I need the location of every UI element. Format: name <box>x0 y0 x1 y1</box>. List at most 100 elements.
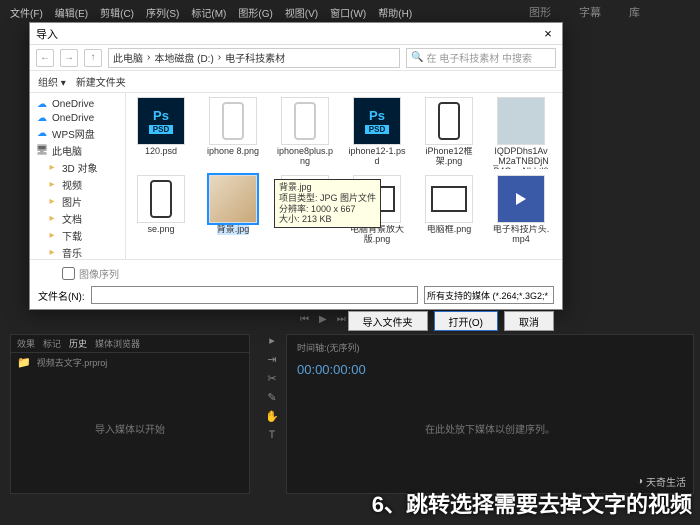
play-icon <box>516 193 526 205</box>
menu-sequence[interactable]: 序列(S) <box>146 5 179 23</box>
menu-view[interactable]: 视图(V) <box>285 5 318 23</box>
image-thumb <box>425 175 473 223</box>
prev-icon[interactable]: ⏮ <box>300 314 309 325</box>
folder-icon: ▸ <box>46 230 58 242</box>
ws-library[interactable]: 库 <box>629 4 640 20</box>
file-tooltip: 背景.jpg 项目类型: JPG 图片文件 分辨率: 1000 x 667 大小… <box>274 179 381 228</box>
folder-icon: ▸ <box>46 196 58 208</box>
dialog-title: 导入 <box>36 26 58 42</box>
file-item[interactable]: iphone8plus.png <box>276 97 334 169</box>
file-item[interactable]: 电脑框.png <box>420 175 478 245</box>
pen-tool-icon[interactable]: ✎ <box>267 391 276 404</box>
menu-edit[interactable]: 编辑(E) <box>55 5 88 23</box>
hand-tool-icon[interactable]: ✋ <box>265 410 279 423</box>
tab-media[interactable]: 媒体浏览器 <box>95 337 140 350</box>
file-item[interactable]: iphone 8.png <box>204 97 262 169</box>
sidebar-item[interactable]: ☁WPS网盘 <box>32 125 123 142</box>
psd-icon: PsPSD <box>353 97 401 145</box>
image-sequence-checkbox[interactable] <box>62 267 75 280</box>
sidebar-item[interactable]: ☁OneDrive <box>32 111 123 125</box>
menu-help[interactable]: 帮助(H) <box>378 5 412 23</box>
new-folder-button[interactable]: 新建文件夹 <box>76 74 126 89</box>
sidebar-item[interactable]: ▸文档 <box>32 210 123 227</box>
timeline-drop-hint: 在此处放下媒体以创建序列。 <box>287 421 693 436</box>
video-thumb <box>497 175 545 223</box>
breadcrumb[interactable]: 此电脑 › 本地磁盘 (D:) › 电子科技素材 <box>108 48 400 68</box>
sidebar-item[interactable]: ▸3D 对象 <box>32 159 123 176</box>
file-item[interactable]: se.png <box>132 175 190 245</box>
breadcrumb-seg[interactable]: 此电脑 <box>113 50 143 65</box>
folder-icon: ▸ <box>46 179 58 191</box>
folder-icon: ▸ <box>46 213 58 225</box>
ws-graphics[interactable]: 图形 <box>529 4 551 20</box>
menu-bar: 文件(F) 编辑(E) 剪辑(C) 序列(S) 标记(M) 图形(G) 视图(V… <box>0 5 412 23</box>
menu-file[interactable]: 文件(F) <box>10 5 43 23</box>
image-thumb <box>209 175 257 223</box>
sidebar-item[interactable]: ▸视频 <box>32 176 123 193</box>
tool-column: ▸ ⇥ ✂ ✎ ✋ T <box>264 334 280 441</box>
menu-graphics[interactable]: 图形(G) <box>238 5 272 23</box>
breadcrumb-seg[interactable]: 电子科技素材 <box>225 50 285 65</box>
tab-history[interactable]: 历史 <box>69 337 87 350</box>
image-thumb <box>281 97 329 145</box>
selection-tool-icon[interactable]: ▸ <box>269 334 275 347</box>
logo-icon: ◑ <box>637 476 643 487</box>
sidebar-item[interactable]: ▸图片 <box>32 193 123 210</box>
sidebar-item[interactable]: ▸音乐 <box>32 244 123 259</box>
nav-back-icon[interactable]: ← <box>36 49 54 67</box>
search-input[interactable]: 🔍 在 电子科技素材 中搜索 <box>406 48 556 68</box>
sidebar-item[interactable]: ☁OneDrive <box>32 97 123 111</box>
nav-forward-icon[interactable]: → <box>60 49 78 67</box>
file-item[interactable]: 电子科技片头.mp4 <box>492 175 550 245</box>
computer-icon: 🖥 <box>36 145 48 157</box>
play-icon[interactable]: ▶ <box>319 314 327 325</box>
close-icon[interactable]: × <box>540 26 556 42</box>
menu-clip[interactable]: 剪辑(C) <box>100 5 134 23</box>
cloud-icon: ☁ <box>36 112 48 124</box>
timeline-label: 时间轴:(无序列) <box>287 335 693 360</box>
project-name: 视频去文字.prproj <box>37 356 108 369</box>
cloud-icon: ☁ <box>36 98 48 110</box>
image-thumb <box>425 97 473 145</box>
file-item-selected[interactable]: 背景.jpg <box>204 175 262 245</box>
cloud-icon: ☁ <box>36 128 48 140</box>
next-icon[interactable]: ⏭ <box>337 314 346 325</box>
ws-captions[interactable]: 字幕 <box>579 4 601 20</box>
filename-input[interactable] <box>91 286 418 304</box>
ripple-tool-icon[interactable]: ✂ <box>267 372 276 385</box>
tab-markers[interactable]: 标记 <box>43 337 61 350</box>
breadcrumb-seg[interactable]: 本地磁盘 (D:) <box>154 50 213 65</box>
file-grid: PsPSD120.psd iphone 8.png iphone8plus.pn… <box>126 93 562 259</box>
sidebar-item[interactable]: 🖥此电脑 <box>32 142 123 159</box>
filetype-filter[interactable] <box>424 286 554 304</box>
type-tool-icon[interactable]: T <box>269 429 276 441</box>
search-placeholder: 在 电子科技素材 中搜索 <box>426 50 532 65</box>
menu-marker[interactable]: 标记(M) <box>191 5 226 23</box>
file-item[interactable]: IQDPDhs1Av_M2aTNBDjNB4CwaNhhtl0OE_zwCj4c… <box>492 97 550 169</box>
folder-icon: ▸ <box>46 247 58 259</box>
dialog-nav: ← → ↑ 此电脑 › 本地磁盘 (D:) › 电子科技素材 🔍 在 电子科技素… <box>30 45 562 71</box>
track-tool-icon[interactable]: ⇥ <box>267 353 276 366</box>
menu-window[interactable]: 窗口(W) <box>330 5 366 23</box>
folder-icon: ▸ <box>46 162 58 174</box>
playback-controls: ⏮ ▶ ⏭ <box>300 314 346 325</box>
dialog-titlebar: 导入 × <box>30 23 562 45</box>
file-item[interactable]: iPhone12框架.png <box>420 97 478 169</box>
nav-up-icon[interactable]: ↑ <box>84 49 102 67</box>
image-thumb <box>137 175 185 223</box>
project-drop-hint: 导入媒体以开始 <box>11 421 249 436</box>
project-panel: 效果 标记 历史 媒体浏览器 📁 视频去文字.prproj 导入媒体以开始 <box>10 334 250 494</box>
file-item[interactable]: PsPSD120.psd <box>132 97 190 169</box>
file-item[interactable]: PsPSDiphone12-1.psd <box>348 97 406 169</box>
tab-effects[interactable]: 效果 <box>17 337 35 350</box>
dialog-toolbar: 组织 ▾ 新建文件夹 <box>30 71 562 93</box>
organize-button[interactable]: 组织 ▾ <box>38 74 66 89</box>
psd-icon: PsPSD <box>137 97 185 145</box>
image-thumb <box>209 97 257 145</box>
search-icon: 🔍 <box>411 52 423 63</box>
timecode[interactable]: 00:00:00:00 <box>287 360 693 379</box>
workspace-tabs: 图形 字幕 库 <box>529 4 640 20</box>
sidebar-item[interactable]: ▸下载 <box>32 227 123 244</box>
project-tabs: 效果 标记 历史 媒体浏览器 <box>11 335 249 353</box>
folder-sidebar: ☁OneDrive ☁OneDrive ☁WPS网盘 🖥此电脑 ▸3D 对象 ▸… <box>30 93 126 259</box>
